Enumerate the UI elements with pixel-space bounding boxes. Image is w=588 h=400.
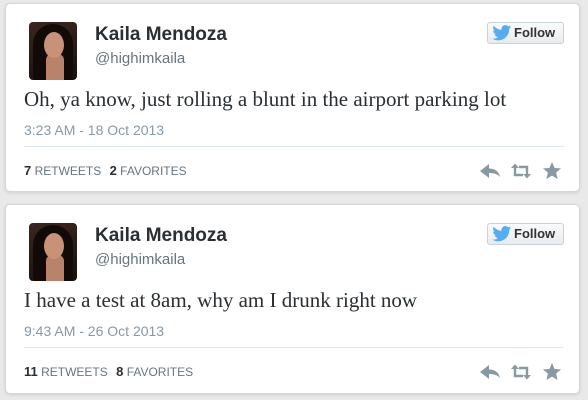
favorite-count[interactable]: 2 (110, 163, 117, 178)
tweet-timestamp[interactable]: 9:43 AM - 26 Oct 2013 (24, 323, 164, 339)
reply-icon[interactable] (479, 362, 501, 382)
tweet-stats: 7 Retweets 2 Favorites (24, 163, 187, 178)
twitter-bird-icon (492, 25, 512, 41)
favorite-icon[interactable] (541, 161, 563, 181)
tweet-text: I have a test at 8am, why am I drunk rig… (24, 288, 418, 312)
favorite-count[interactable]: 8 (116, 364, 123, 379)
retweet-icon[interactable] (510, 362, 532, 382)
favorite-icon[interactable] (541, 362, 563, 382)
twitter-bird-icon (492, 226, 512, 242)
avatar-face (44, 32, 64, 58)
tweet-actions (479, 362, 563, 382)
retweets-label[interactable]: Retweets (35, 164, 102, 178)
retweets-label[interactable]: Retweets (41, 365, 108, 379)
follow-label: Follow (514, 226, 556, 241)
favorites-label[interactable]: Favorites (120, 164, 186, 178)
retweet-icon[interactable] (510, 161, 532, 181)
reply-icon[interactable] (479, 161, 501, 181)
tweet-timestamp[interactable]: 3:23 AM - 18 Oct 2013 (24, 122, 164, 138)
follow-button[interactable]: Follow (487, 223, 564, 245)
follow-label: Follow (514, 25, 556, 40)
retweet-count[interactable]: 11 (24, 364, 38, 379)
retweet-count[interactable]: 7 (24, 163, 31, 178)
tweet-actions (479, 161, 563, 181)
tweet-card: Kaila Mendoza @highimkaila Follow I have… (5, 204, 580, 394)
author-name[interactable]: Kaila Mendoza (95, 225, 227, 247)
avatar[interactable] (29, 22, 77, 80)
divider (24, 146, 564, 147)
follow-button[interactable]: Follow (487, 22, 564, 44)
tweet-stats: 11 Retweets 8 Favorites (24, 364, 193, 379)
author-handle[interactable]: @highimkaila (95, 50, 185, 67)
avatar-face (44, 233, 64, 259)
author-name[interactable]: Kaila Mendoza (95, 24, 227, 46)
tweet-text: Oh, ya know, just rolling a blunt in the… (24, 87, 507, 111)
author-handle[interactable]: @highimkaila (95, 251, 185, 268)
divider (24, 347, 564, 348)
favorites-label[interactable]: Favorites (127, 365, 193, 379)
tweet-card: Kaila Mendoza @highimkaila Follow Oh, ya… (5, 3, 580, 192)
avatar[interactable] (29, 223, 77, 281)
